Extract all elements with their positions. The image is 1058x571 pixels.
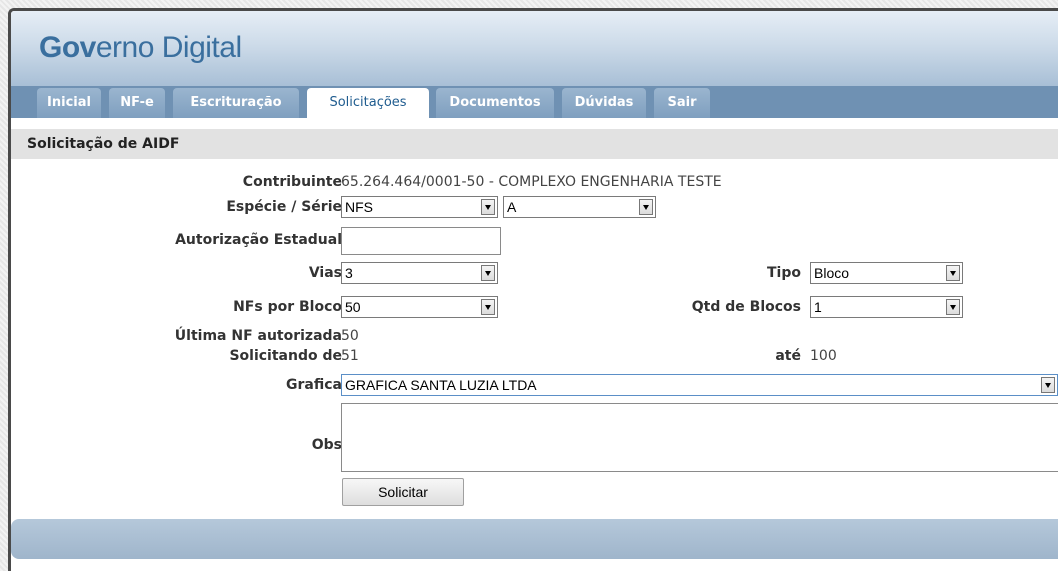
- tipo-select-value: Bloco: [814, 265, 850, 281]
- obs-textarea[interactable]: [341, 403, 1058, 472]
- ultima-nf-label: Última NF autorizada: [174, 328, 342, 344]
- logo-text: erno Digital: [95, 31, 242, 64]
- chevron-down-icon: [481, 265, 495, 281]
- chevron-down-icon: [1041, 377, 1055, 393]
- nfs-por-bloco-label: NFs por Bloco: [233, 299, 342, 315]
- especie-label: Espécie / Série: [226, 199, 342, 215]
- chevron-down-icon: [946, 299, 960, 315]
- ate-label: até: [775, 348, 801, 364]
- tab-escrituracao[interactable]: Escrituração: [173, 88, 299, 118]
- tipo-select[interactable]: Bloco: [810, 262, 963, 284]
- tipo-label: Tipo: [767, 265, 801, 281]
- qtd-blocos-select[interactable]: 1: [810, 296, 963, 318]
- header: Governo Digital: [11, 11, 1058, 86]
- tab-sair[interactable]: Sair: [654, 88, 710, 118]
- contribuinte-value: 65.264.464/0001-50 - COMPLEXO ENGENHARIA…: [341, 174, 722, 190]
- serie-select-value: A: [507, 199, 517, 215]
- tab-nfe[interactable]: NF-e: [109, 88, 165, 118]
- tab-solicitacoes[interactable]: Solicitações: [307, 88, 429, 118]
- tab-inicial[interactable]: Inicial: [37, 88, 101, 118]
- tab-bar: Inicial NF-e Escrituração Solicitações D…: [11, 86, 1058, 118]
- autorizacao-input[interactable]: [341, 227, 501, 255]
- nfs-por-bloco-select[interactable]: 50: [341, 296, 498, 318]
- especie-select[interactable]: NFS: [341, 196, 498, 218]
- grafica-select[interactable]: GRAFICA SANTA LUZIA LTDA: [341, 374, 1058, 396]
- grafica-label: Grafica: [286, 377, 342, 393]
- app-window: Governo Digital Inicial NF-e Escrituraçã…: [8, 8, 1058, 571]
- obs-label: Obs: [311, 437, 342, 453]
- qtd-blocos-select-value: 1: [814, 299, 822, 315]
- section-title: Solicitação de AIDF: [11, 129, 1058, 159]
- vias-label: Vias: [308, 265, 342, 281]
- ate-value: 100: [810, 348, 837, 364]
- contribuinte-label: Contribuinte: [242, 174, 342, 190]
- ultima-nf-value: 50: [341, 328, 359, 344]
- chevron-down-icon: [639, 199, 653, 215]
- autorizacao-label: Autorização Estadual: [175, 232, 342, 248]
- qtd-blocos-label: Qtd de Blocos: [691, 299, 801, 315]
- chevron-down-icon: [946, 265, 960, 281]
- serie-select[interactable]: A: [503, 196, 656, 218]
- nfs-por-bloco-select-value: 50: [345, 299, 361, 315]
- app-logo: Governo Digital: [39, 31, 242, 65]
- solicitar-button[interactable]: Solicitar: [342, 478, 464, 506]
- grafica-select-value: GRAFICA SANTA LUZIA LTDA: [345, 377, 537, 393]
- chevron-down-icon: [481, 199, 495, 215]
- tab-documentos[interactable]: Documentos: [436, 88, 554, 118]
- solicitando-value: 51: [341, 348, 359, 364]
- especie-select-value: NFS: [345, 199, 373, 215]
- logo-bold-text: Gov: [39, 31, 96, 64]
- tab-duvidas[interactable]: Dúvidas: [562, 88, 646, 118]
- vias-select-value: 3: [345, 265, 353, 281]
- solicitando-label: Solicitando de: [229, 348, 342, 364]
- chevron-down-icon: [481, 299, 495, 315]
- vias-select[interactable]: 3: [341, 262, 498, 284]
- footer-bar: [11, 519, 1058, 559]
